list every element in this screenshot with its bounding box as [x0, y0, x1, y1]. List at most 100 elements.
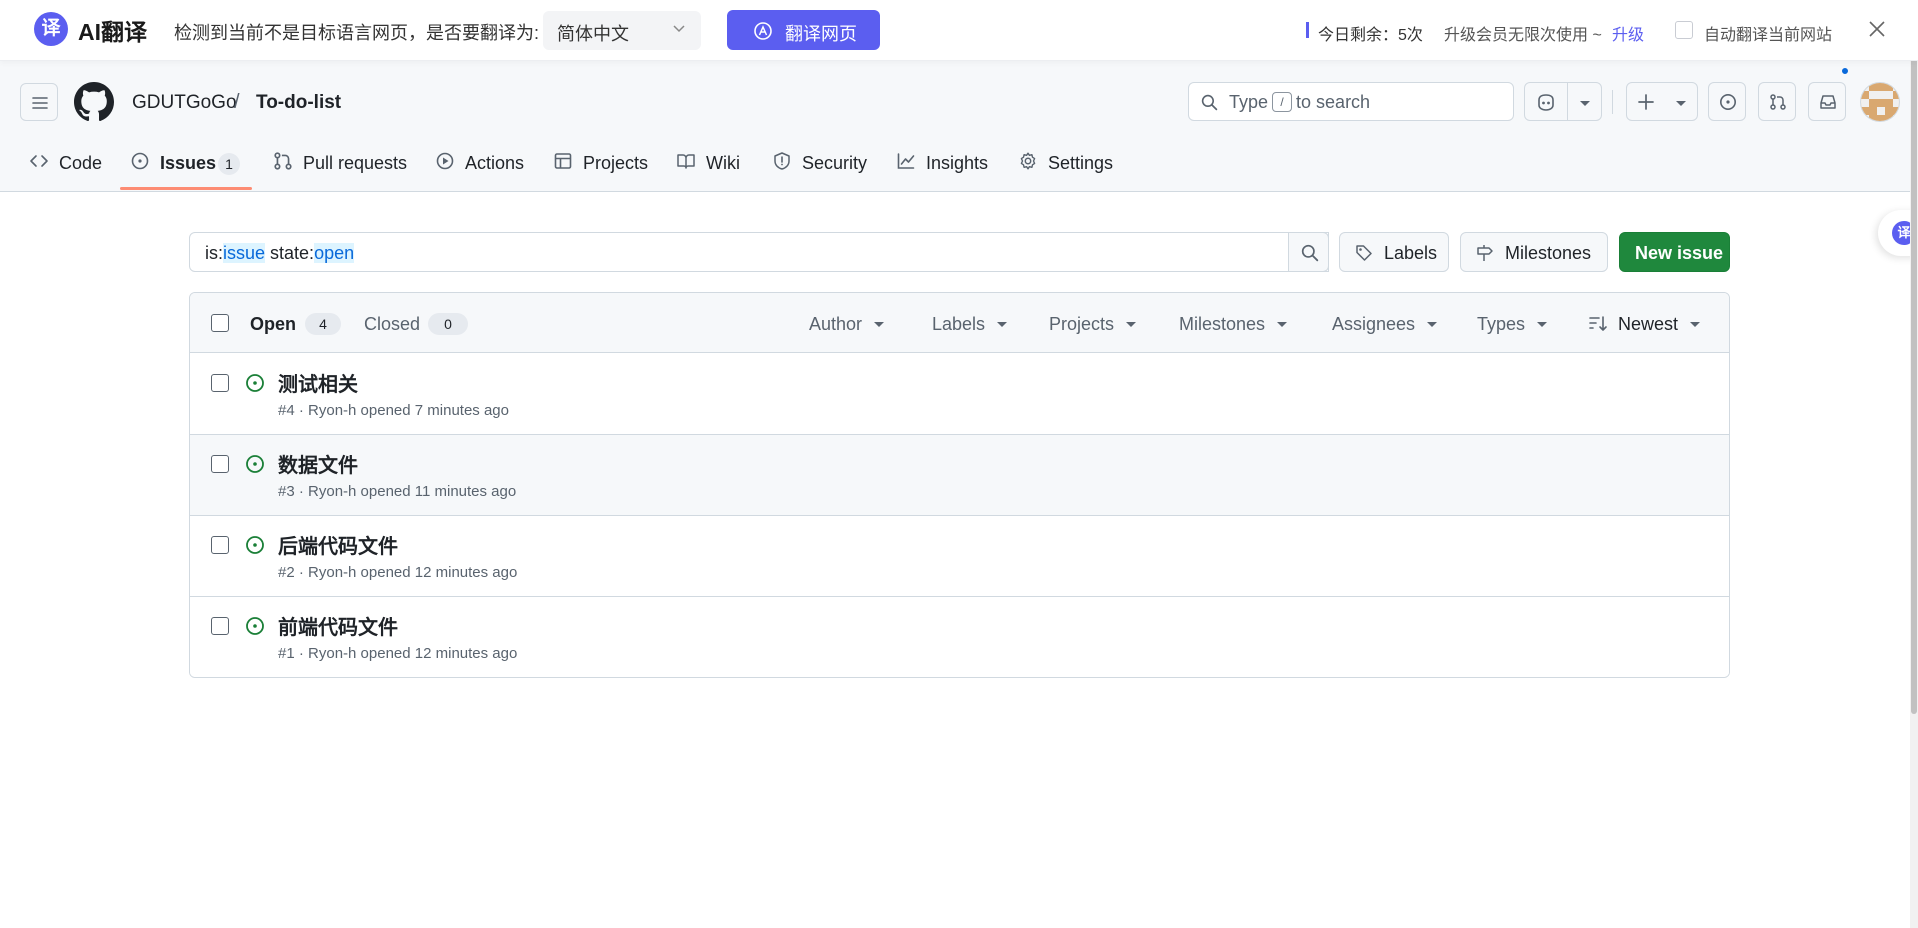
upgrade-link[interactable]: 升级	[1612, 21, 1644, 45]
table-row[interactable]: 数据文件 #3 · Ryon-h opened 11 minutes ago	[190, 435, 1729, 516]
caret-down-icon	[1427, 322, 1438, 327]
tab-label: Insights	[926, 153, 989, 173]
issue-checkbox[interactable]	[211, 455, 229, 473]
code-icon	[30, 155, 48, 167]
pull-requests-button[interactable]	[1758, 82, 1796, 121]
table-icon	[554, 153, 572, 169]
tab-label: Projects	[583, 153, 649, 173]
closed-count-badge: 0	[428, 313, 468, 335]
plus-icon	[1638, 94, 1654, 110]
filter-search-button[interactable]	[1288, 232, 1329, 272]
issue-checkbox[interactable]	[211, 536, 229, 554]
issues-list: Open 4 Closed 0 Author Labels Projects M…	[189, 292, 1730, 678]
search-icon	[1201, 94, 1218, 111]
caret-down-icon	[1126, 322, 1137, 327]
tab-label: Actions	[465, 153, 525, 173]
issue-opened-icon	[246, 617, 264, 635]
issue-checkbox[interactable]	[211, 374, 229, 392]
pull-request-icon	[1770, 94, 1786, 110]
issues-list-header: Open 4 Closed 0 Author Labels Projects M…	[190, 293, 1729, 353]
hamburger-icon	[32, 97, 48, 109]
issue-title[interactable]: 测试相关	[278, 368, 358, 397]
closed-issues-tab[interactable]: Closed	[364, 314, 420, 335]
create-new-button[interactable]	[1626, 82, 1698, 121]
table-row[interactable]: 后端代码文件 #2 · Ryon-h opened 12 minutes ago	[190, 516, 1729, 597]
issue-checkbox[interactable]	[211, 617, 229, 635]
remaining-count: 今日剩余：5次	[1318, 27, 1423, 44]
caret-down-icon	[997, 322, 1008, 327]
tag-icon	[1356, 245, 1372, 261]
tab-label: Security	[802, 153, 868, 173]
assignees-filter[interactable]: Assignees	[1332, 314, 1438, 335]
auto-translate-label[interactable]: 自动翻译当前网站	[1704, 21, 1832, 45]
inbox-button[interactable]	[1808, 82, 1846, 121]
labels-button[interactable]: Labels	[1339, 232, 1449, 272]
issue-meta: #1 · Ryon-h opened 12 minutes ago	[278, 645, 518, 662]
remaining-marker	[1306, 22, 1309, 38]
translate-logo-icon: 译	[34, 12, 68, 46]
select-all-checkbox[interactable]	[211, 314, 229, 332]
chevron-down-icon	[673, 25, 685, 33]
chevron-down-icon	[1676, 101, 1686, 106]
breadcrumb-separator: /	[234, 91, 240, 113]
labels-filter[interactable]: Labels	[932, 314, 1008, 335]
milestone-icon	[1477, 245, 1493, 261]
search-placeholder: Type / to search	[1229, 92, 1371, 112]
menu-button[interactable]	[20, 83, 58, 121]
breadcrumb-repo[interactable]: To-do-list	[256, 92, 341, 114]
caret-down-icon	[1537, 322, 1548, 327]
new-issue-button[interactable]: New issue	[1619, 232, 1730, 272]
issue-title[interactable]: 前端代码文件	[278, 611, 398, 640]
issue-meta: #3 · Ryon-h opened 11 minutes ago	[278, 483, 517, 500]
new-issue-label: New issue	[1635, 243, 1724, 263]
issue-title[interactable]: 数据文件	[278, 449, 358, 478]
pull-request-icon	[274, 152, 292, 170]
translate-icon	[754, 22, 772, 40]
breadcrumb-owner[interactable]: GDUTGoGo	[132, 92, 237, 114]
language-select[interactable]: 简体中文	[543, 11, 701, 50]
scrollbar-thumb[interactable]	[1911, 2, 1917, 714]
issues-count-badge: 1	[218, 153, 240, 175]
issues-filter-input[interactable]: is:issue state:open	[189, 232, 1329, 272]
issue-opened-icon	[1720, 94, 1736, 110]
sort-icon	[1589, 316, 1607, 331]
close-icon[interactable]	[1868, 20, 1886, 38]
github-logo-icon[interactable]	[74, 82, 114, 122]
caret-down-icon	[1690, 322, 1701, 327]
issue-title[interactable]: 后端代码文件	[278, 530, 398, 559]
filter-query: is:issue state:open	[205, 243, 355, 263]
table-row[interactable]: 测试相关 #4 · Ryon-h opened 7 minutes ago	[190, 354, 1729, 435]
slash-key-hint: /	[1272, 92, 1293, 112]
copilot-button[interactable]	[1524, 82, 1602, 121]
issue-meta: #4 · Ryon-h opened 7 minutes ago	[278, 402, 509, 419]
auto-translate-checkbox[interactable]	[1675, 21, 1693, 39]
author-filter[interactable]: Author	[809, 314, 885, 335]
issues-button[interactable]	[1708, 82, 1746, 121]
open-count-badge: 4	[305, 313, 341, 335]
tab-label: Pull requests	[303, 153, 408, 173]
inbox-icon	[1820, 95, 1836, 109]
table-row[interactable]: 前端代码文件 #1 · Ryon-h opened 12 minutes ago	[190, 597, 1729, 677]
gear-icon	[1020, 152, 1036, 170]
caret-down-icon	[874, 322, 885, 327]
milestones-filter[interactable]: Milestones	[1179, 314, 1288, 335]
translate-message: 检测到当前不是目标语言网页，是否要翻译为:	[174, 23, 539, 43]
milestones-button[interactable]: Milestones	[1460, 232, 1608, 272]
sort-dropdown[interactable]: Newest	[1618, 314, 1701, 335]
graph-icon	[897, 153, 915, 169]
tab-label: Wiki	[706, 153, 740, 173]
repo-header: GDUTGoGo / To-do-list Type / to search Cod…	[0, 61, 1918, 192]
shield-icon	[774, 152, 790, 170]
translate-page-button[interactable]: 翻译网页	[727, 10, 880, 50]
search-input[interactable]: Type / to search	[1188, 82, 1514, 121]
chevron-down-icon[interactable]	[1579, 100, 1591, 107]
labels-button-label: Labels	[1384, 243, 1438, 263]
types-filter[interactable]: Types	[1477, 314, 1548, 335]
caret-down-icon	[1277, 322, 1288, 327]
avatar[interactable]	[1860, 82, 1900, 122]
issue-opened-icon	[131, 152, 149, 170]
language-select-value: 简体中文	[557, 24, 629, 44]
avatar-identicon-icon	[1861, 83, 1899, 121]
projects-filter[interactable]: Projects	[1049, 314, 1137, 335]
open-issues-tab[interactable]: Open	[250, 314, 296, 335]
